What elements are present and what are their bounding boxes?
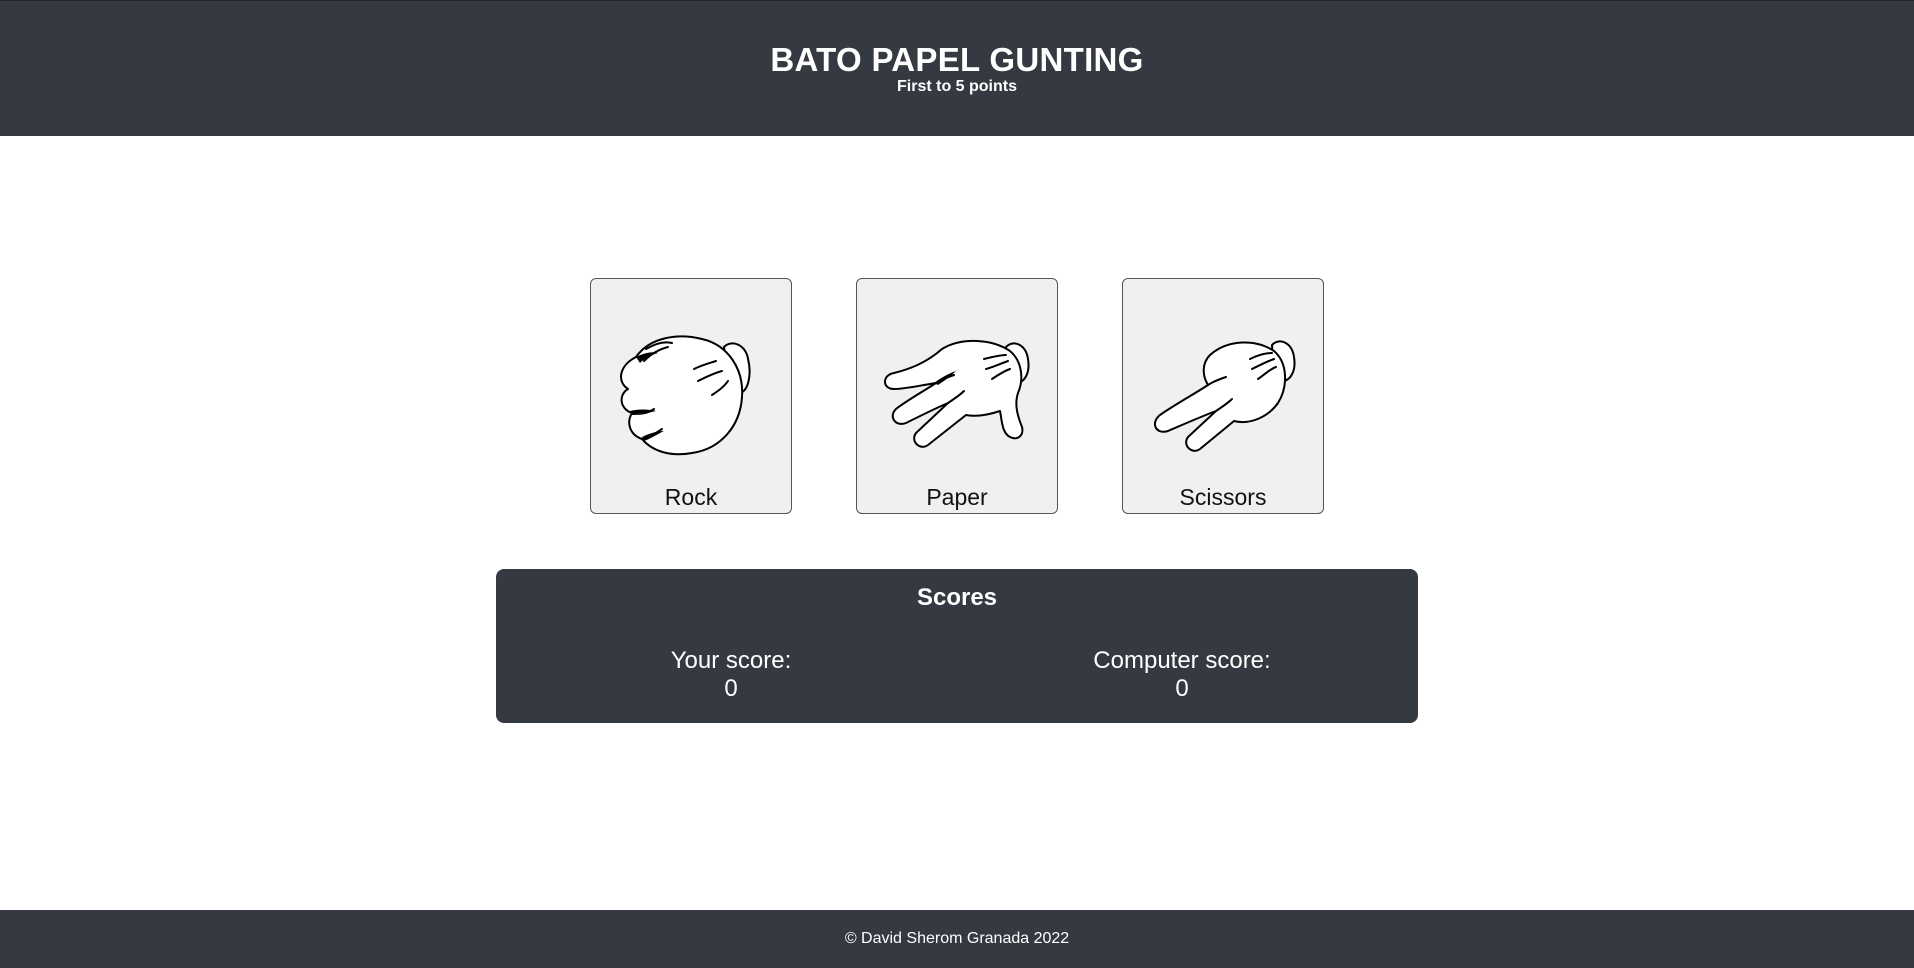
computer-score-label: Computer score: — [1093, 647, 1271, 674]
scissors-button[interactable]: Scissors — [1122, 278, 1324, 514]
scissors-label: Scissors — [1179, 484, 1267, 510]
computer-score: Computer score: 0 — [1062, 647, 1302, 703]
open-hand-glove-icon — [884, 339, 1030, 448]
player-score-value: 0 — [724, 675, 738, 702]
rock-label: Rock — [664, 484, 718, 510]
paper-button[interactable]: Paper — [856, 278, 1058, 514]
choice-list: Rock Paper Scissors — [590, 278, 1324, 514]
page-footer: © David Sherom Granada 2022 — [0, 910, 1914, 968]
two-finger-glove-icon — [1153, 340, 1296, 452]
page-subtitle: First to 5 points — [897, 78, 1017, 95]
page-header: BATO PAPEL GUNTING First to 5 points — [0, 0, 1914, 136]
computer-score-value: 0 — [1175, 675, 1189, 702]
fist-glove-icon — [620, 335, 751, 456]
player-score: Your score: 0 — [641, 647, 821, 703]
copyright-text: © David Sherom Granada 2022 — [844, 930, 1070, 947]
page-title: BATO PAPEL GUNTING — [770, 41, 1144, 78]
scores-title: Scores — [916, 584, 998, 611]
player-score-label: Your score: — [670, 647, 792, 674]
scores-panel: Scores Your score: 0 Computer score: 0 — [496, 569, 1418, 723]
rock-button[interactable]: Rock — [590, 278, 792, 514]
paper-label: Paper — [926, 484, 988, 510]
